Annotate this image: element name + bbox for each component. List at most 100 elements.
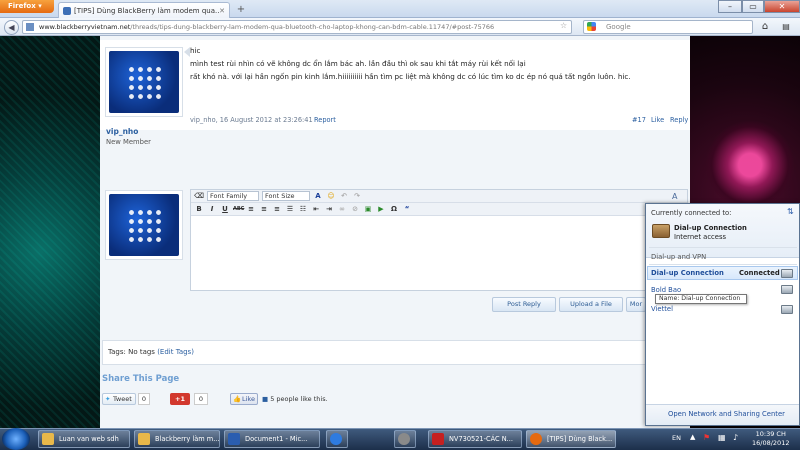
editor-toolbar-1: ⌫ Font Family Font Size A ☺ ↶ ↷ xyxy=(191,190,687,203)
post-line-1: hic xyxy=(190,46,201,55)
site-identity-icon[interactable] xyxy=(26,23,34,31)
network-computer-icon xyxy=(781,285,793,294)
google-plus-count: 0 xyxy=(194,393,208,405)
tweet-button[interactable]: ✦ Tweet xyxy=(102,393,136,405)
google-search-engine-icon[interactable] xyxy=(587,22,596,31)
bullet-list-icon[interactable]: ☰ xyxy=(285,205,295,213)
taskbar-item-pdf[interactable]: NV730521-CÁC N... xyxy=(428,430,522,448)
more-options-button[interactable]: Mor xyxy=(626,297,646,312)
action-center-flag-icon[interactable]: ⚑ xyxy=(703,433,710,442)
taskbar-item-ie[interactable] xyxy=(326,430,348,448)
search-input[interactable]: Google xyxy=(583,20,753,34)
italic-icon[interactable]: I xyxy=(207,205,217,213)
post-reply-button[interactable]: Post Reply xyxy=(492,297,556,312)
outdent-icon[interactable]: ⇤ xyxy=(311,205,321,213)
post-line-3: rất khó nà. với lại hần ngốn pin kinh lắ… xyxy=(190,72,631,81)
url-bar[interactable]: www.blackberryvietnam.net/threads/tips-d… xyxy=(22,20,572,34)
language-indicator[interactable]: EN xyxy=(672,434,681,442)
network-computer-icon xyxy=(781,305,793,314)
home-icon[interactable]: ⌂ xyxy=(758,20,772,34)
bookmark-star-icon[interactable]: ☆ xyxy=(560,21,567,30)
taskbar-item-luan-van[interactable]: Luan van web sdh xyxy=(38,430,130,448)
dialup-connection-icon xyxy=(652,224,670,238)
firefox-icon xyxy=(530,433,542,445)
post-username[interactable]: vip_nho xyxy=(106,127,138,136)
like-link[interactable]: Like xyxy=(651,116,664,124)
folder-icon xyxy=(42,433,54,445)
reply-editor[interactable]: ⌫ Font Family Font Size A ☺ ↶ ↷ B I U AB… xyxy=(190,189,688,291)
unlink-icon[interactable]: ⊘ xyxy=(350,205,360,213)
volume-icon[interactable]: ♪ xyxy=(733,433,738,442)
undo-icon[interactable]: ↶ xyxy=(339,192,349,200)
twitter-bird-icon: ✦ xyxy=(105,395,111,403)
indent-icon[interactable]: ⇥ xyxy=(324,205,334,213)
link-icon[interactable]: ∞ xyxy=(337,205,347,213)
reply-avatar xyxy=(105,190,183,260)
taskbar-item-blackberry-folder[interactable]: Blackberry làm m... xyxy=(134,430,220,448)
bold-icon[interactable]: B xyxy=(194,205,204,213)
open-network-center-link[interactable]: Open Network and Sharing Center xyxy=(668,410,785,418)
media-icon[interactable]: ▶ xyxy=(376,205,386,213)
reply-link[interactable]: Reply xyxy=(670,116,688,124)
strikethrough-icon[interactable]: ABC xyxy=(233,206,244,212)
internet-explorer-icon xyxy=(330,433,342,445)
firefox-menu-button[interactable]: Firefox ▾ xyxy=(0,0,54,13)
thumbs-up-icon: 👍 xyxy=(233,395,242,403)
network-item-bold-bao[interactable]: Bold Bao xyxy=(651,286,681,294)
pdf-icon xyxy=(432,433,444,445)
clock[interactable]: 10:39 CH 16/08/2012 xyxy=(752,430,789,448)
facebook-like-text: ■ 5 people like this. xyxy=(262,395,328,403)
network-item-viettel[interactable]: Viettel xyxy=(651,305,673,313)
page-background-left xyxy=(0,36,100,428)
eraser-icon[interactable]: ⌫ xyxy=(194,192,204,200)
connected-network-name: Dial-up Connection xyxy=(674,224,747,232)
taskbar-item-firefox[interactable]: [TIPS] Dùng Black... xyxy=(526,430,616,448)
upload-file-button[interactable]: Upload a File xyxy=(559,297,623,312)
quote-icon[interactable]: “ xyxy=(402,205,412,213)
start-button[interactable] xyxy=(2,428,30,450)
post-meta: vip_nho, 16 August 2012 at 23:26:41 xyxy=(190,116,313,124)
browser-tab[interactable]: [TIPS] Dùng BlackBerry làm modem qua... … xyxy=(58,2,230,18)
code-icon[interactable]: Ω xyxy=(389,205,399,213)
close-window-button[interactable]: ✕ xyxy=(764,0,800,13)
share-heading: Share This Page xyxy=(102,374,180,384)
text-color-icon[interactable]: A xyxy=(313,192,323,200)
url-domain: www.blackberryvietnam.net xyxy=(39,23,131,31)
url-path: /threads/tips-dung-blackberry-lam-modem-… xyxy=(130,23,495,31)
bookmarks-icon[interactable]: ▤ xyxy=(778,20,794,34)
close-tab-icon[interactable]: ✕ xyxy=(219,7,225,15)
facebook-count: ■ xyxy=(262,395,269,403)
smiley-icon[interactable]: ☺ xyxy=(326,192,336,200)
google-plus-button[interactable]: +1 xyxy=(170,393,190,405)
refresh-icon[interactable]: ⇅ xyxy=(787,207,794,216)
network-tooltip: Name: Dial-up Connection xyxy=(655,294,747,304)
maximize-button[interactable]: ▭ xyxy=(742,0,764,13)
align-left-icon[interactable]: ≡ xyxy=(246,205,256,213)
divider xyxy=(649,247,797,248)
font-family-select[interactable]: Font Family xyxy=(207,191,259,201)
show-hidden-icons[interactable]: ▲ xyxy=(690,433,695,441)
tool-icon xyxy=(398,433,410,445)
report-link[interactable]: Report xyxy=(314,116,336,124)
back-button[interactable]: ◀ xyxy=(4,20,19,35)
font-toggle-icon[interactable]: A xyxy=(672,192,677,201)
network-item-dialup-name: Dial-up Connection xyxy=(651,269,724,277)
taskbar-item-word[interactable]: Document1 - Mic... xyxy=(224,430,320,448)
network-computer-icon xyxy=(781,269,793,278)
avatar[interactable] xyxy=(105,47,183,117)
underline-icon[interactable]: U xyxy=(220,205,230,213)
new-tab-button[interactable]: + xyxy=(234,3,248,16)
numbered-list-icon[interactable]: ☷ xyxy=(298,205,308,213)
post-number-link[interactable]: #17 xyxy=(632,116,646,124)
align-center-icon[interactable]: ≡ xyxy=(259,205,269,213)
taskbar-item-tool[interactable] xyxy=(394,430,416,448)
align-right-icon[interactable]: ≡ xyxy=(272,205,282,213)
image-icon[interactable]: ▣ xyxy=(363,205,373,213)
network-tray-icon[interactable]: ▦ xyxy=(718,433,726,442)
edit-tags-link[interactable]: (Edit Tags) xyxy=(157,348,194,356)
redo-icon[interactable]: ↷ xyxy=(352,192,362,200)
facebook-like-button[interactable]: 👍 Like xyxy=(230,393,258,405)
tweet-count: 0 xyxy=(138,393,150,405)
minimize-button[interactable]: – xyxy=(718,0,742,13)
font-size-select[interactable]: Font Size xyxy=(262,191,310,201)
